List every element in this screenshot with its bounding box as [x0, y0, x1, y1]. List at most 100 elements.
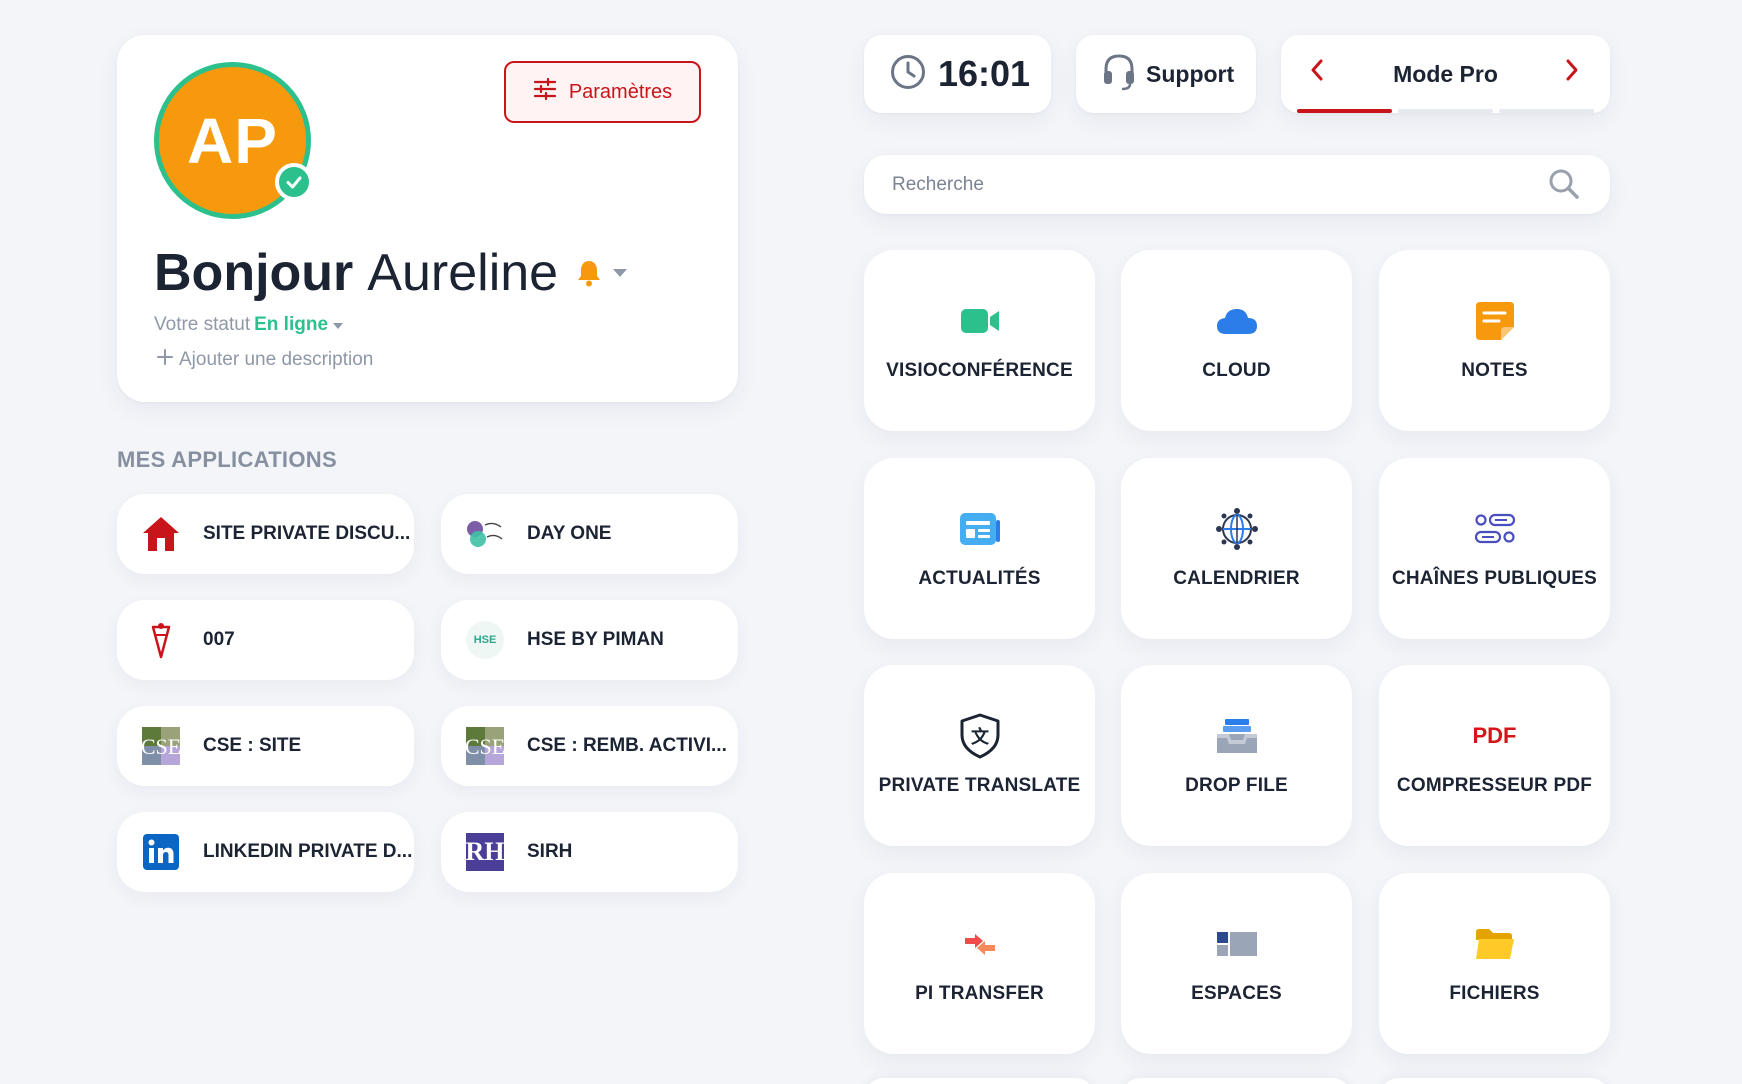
tile-calendrier[interactable]: CALENDRIER	[1121, 458, 1352, 639]
chevron-down-icon[interactable]	[612, 268, 628, 278]
status-value: En ligne	[254, 314, 329, 335]
cloud-icon	[1216, 300, 1258, 342]
status-caret-icon	[332, 314, 344, 336]
folder-icon	[1475, 923, 1515, 965]
greeting-prefix: Bonjour	[154, 244, 354, 302]
tile-cloud[interactable]: CLOUD	[1121, 250, 1352, 431]
rh-logo-text: RH	[466, 833, 505, 871]
bell-icon[interactable]	[576, 259, 602, 287]
tile-chaines-publiques[interactable]: CHAÎNES PUBLIQUES	[1379, 458, 1610, 639]
svg-text:CSE: CSE	[466, 734, 504, 759]
chevron-right-icon[interactable]	[1564, 58, 1580, 87]
tile-private-translate[interactable]: 文 PRIVATE TRANSLATE	[864, 665, 1095, 846]
video-camera-icon	[960, 300, 1000, 342]
news-icon	[959, 508, 1001, 550]
compass-pin-icon	[141, 620, 181, 660]
note-icon	[1475, 300, 1515, 342]
mode-label: Mode Pro	[1393, 61, 1498, 87]
cse-logo-icon: CSE	[465, 726, 505, 766]
tile-partial[interactable]	[1379, 1078, 1610, 1084]
tile-label: FICHIERS	[1449, 982, 1540, 1004]
tile-visioconference[interactable]: VISIOCONFÉRENCE	[864, 250, 1095, 431]
settings-button[interactable]: Paramètres	[504, 61, 701, 123]
tile-label: CALENDRIER	[1173, 567, 1300, 589]
transfer-icon	[963, 923, 997, 965]
tile-fichiers[interactable]: FICHIERS	[1379, 873, 1610, 1054]
app-label: HSE BY PIMAN	[527, 629, 664, 650]
user-name: Aureline	[367, 244, 559, 302]
greeting: Bonjour Aureline	[154, 243, 628, 303]
svg-text:CSE: CSE	[142, 734, 180, 759]
tile-partial[interactable]	[864, 1078, 1095, 1084]
app-label: 007	[203, 629, 235, 650]
app-item[interactable]: HSE HSE BY PIMAN	[441, 600, 738, 680]
add-description-label: Ajouter une description	[179, 349, 374, 370]
spaces-icon	[1216, 923, 1258, 965]
app-label: CSE : SITE	[203, 735, 302, 756]
tile-label: CHAÎNES PUBLIQUES	[1391, 567, 1598, 589]
app-item[interactable]: DAY ONE	[441, 494, 738, 574]
channels-icon	[1474, 508, 1516, 550]
plus-icon	[157, 349, 173, 371]
day-one-logo-icon	[465, 514, 505, 554]
sliders-icon	[533, 77, 557, 106]
online-check-icon	[275, 163, 313, 201]
support-label: Support	[1146, 60, 1235, 87]
add-description-link[interactable]: Ajouter une description	[157, 349, 373, 371]
translate-shield-icon: 文	[959, 713, 1001, 758]
clock-widget: 16:01	[864, 35, 1051, 113]
settings-label: Paramètres	[568, 80, 673, 103]
status-selector[interactable]: Votre statut En ligne	[154, 314, 344, 336]
tile-label: PI TRANSFER	[915, 982, 1044, 1004]
tile-notes[interactable]: NOTES	[1379, 250, 1610, 431]
tile-label: DROP FILE	[1185, 774, 1288, 796]
section-title-applications: MES APPLICATIONS	[117, 447, 337, 472]
app-item[interactable]: RH SIRH	[441, 812, 738, 892]
tile-actualites[interactable]: ACTUALITÉS	[864, 458, 1095, 639]
tile-label: ACTUALITÉS	[918, 567, 1041, 589]
app-label: SIRH	[527, 841, 573, 862]
avatar-initials: AP	[187, 104, 278, 177]
pdf-icon-text: PDF	[1472, 722, 1517, 748]
tile-label: PRIVATE TRANSLATE	[878, 774, 1081, 796]
cse-logo-icon: CSE	[141, 726, 181, 766]
search-input[interactable]	[892, 173, 1532, 196]
rh-logo-icon: RH	[465, 832, 505, 872]
app-item[interactable]: CSE CSE : SITE	[117, 706, 414, 786]
app-item[interactable]: LINKEDIN PRIVATE D...	[117, 812, 414, 892]
house-icon	[141, 514, 181, 554]
tile-label: CLOUD	[1202, 359, 1271, 381]
app-label: CSE : REMB. ACTIVI...	[527, 735, 727, 756]
app-item[interactable]: SITE PRIVATE DISCU...	[117, 494, 414, 574]
app-item[interactable]: 007	[117, 600, 414, 680]
app-label: DAY ONE	[527, 523, 612, 544]
app-label: SITE PRIVATE DISCU...	[203, 523, 411, 544]
support-button[interactable]: Support	[1076, 35, 1256, 113]
clock-icon	[890, 54, 926, 95]
tile-partial[interactable]	[1121, 1078, 1352, 1084]
linkedin-icon	[141, 832, 181, 872]
search-icon[interactable]	[1548, 168, 1580, 205]
clock-time: 16:01	[938, 53, 1031, 94]
search-bar	[864, 155, 1610, 214]
headset-icon	[1102, 53, 1136, 96]
pdf-icon: PDF	[1473, 715, 1517, 757]
tile-pi-transfer[interactable]: PI TRANSFER	[864, 873, 1095, 1054]
mode-switcher[interactable]: Mode Pro	[1281, 35, 1610, 113]
mode-indicator	[1499, 109, 1594, 113]
inbox-tray-icon	[1216, 715, 1258, 757]
app-item[interactable]: CSE CSE : REMB. ACTIVI...	[441, 706, 738, 786]
hse-logo-text: HSE	[466, 621, 504, 659]
tile-label: VISIOCONFÉRENCE	[886, 359, 1073, 381]
profile-card: AP Paramètres Bonjour Aureline Votre sta…	[117, 35, 738, 402]
tile-label: COMPRESSEUR PDF	[1396, 774, 1593, 796]
tile-compresseur-pdf[interactable]: PDF COMPRESSEUR PDF	[1379, 665, 1610, 846]
tile-espaces[interactable]: ESPACES	[1121, 873, 1352, 1054]
tile-drop-file[interactable]: DROP FILE	[1121, 665, 1352, 846]
mode-indicator-active	[1297, 109, 1392, 113]
hse-logo-icon: HSE	[465, 620, 505, 660]
svg-text:文: 文	[971, 726, 990, 748]
mode-indicator	[1398, 109, 1493, 113]
app-label: LINKEDIN PRIVATE D...	[203, 841, 413, 862]
tile-label: NOTES	[1461, 359, 1528, 381]
